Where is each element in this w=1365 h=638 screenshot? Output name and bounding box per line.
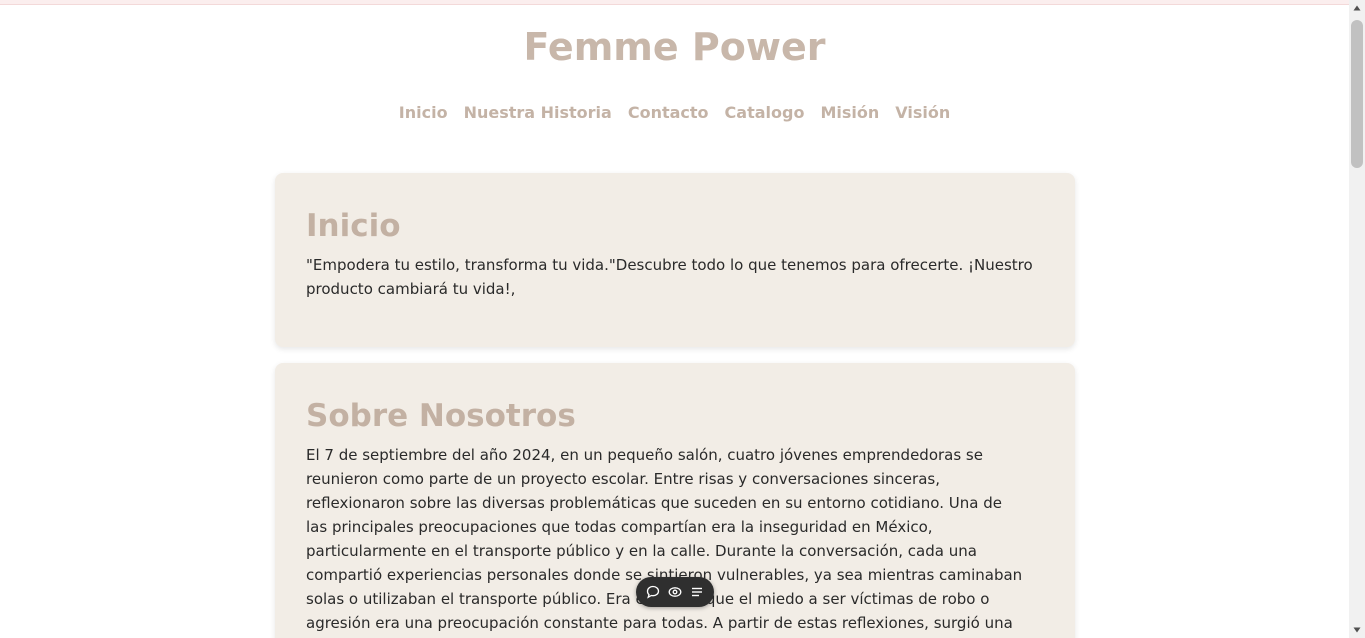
main-nav: Inicio Nuestra Historia Contacto Catalog… (0, 102, 1349, 124)
vertical-scrollbar[interactable] (1349, 0, 1365, 638)
top-strip (0, 0, 1349, 5)
site-title: Femme Power (523, 25, 826, 69)
scroll-down-arrow-icon[interactable] (1349, 622, 1365, 638)
nav-link-mision[interactable]: Misión (820, 102, 879, 124)
nav-link-catalogo[interactable]: Catalogo (725, 102, 805, 124)
inicio-heading: Inicio (306, 208, 401, 244)
page: Femme Power Inicio Nuestra Historia Cont… (0, 0, 1349, 638)
nav-link-inicio[interactable]: Inicio (399, 102, 448, 124)
floating-toolbar (636, 577, 714, 607)
sobre-nosotros-text: El 7 de septiembre del año 2024, en un p… (306, 446, 1023, 632)
inicio-section: Inicio "Empodera tu estilo, transforma t… (275, 173, 1075, 347)
eye-icon[interactable] (666, 583, 684, 601)
nav-link-vision[interactable]: Visión (895, 102, 950, 124)
nav-link-contacto[interactable]: Contacto (628, 102, 709, 124)
inicio-text: "Empodera tu estilo, transforma tu vida.… (306, 256, 1033, 298)
sobre-nosotros-heading: Sobre Nosotros (306, 398, 576, 434)
nav-link-nuestra-historia[interactable]: Nuestra Historia (464, 102, 612, 124)
scroll-up-arrow-icon[interactable] (1349, 0, 1365, 16)
menu-icon[interactable] (688, 583, 706, 601)
comment-icon[interactable] (644, 583, 662, 601)
scroll-thumb[interactable] (1351, 20, 1363, 168)
